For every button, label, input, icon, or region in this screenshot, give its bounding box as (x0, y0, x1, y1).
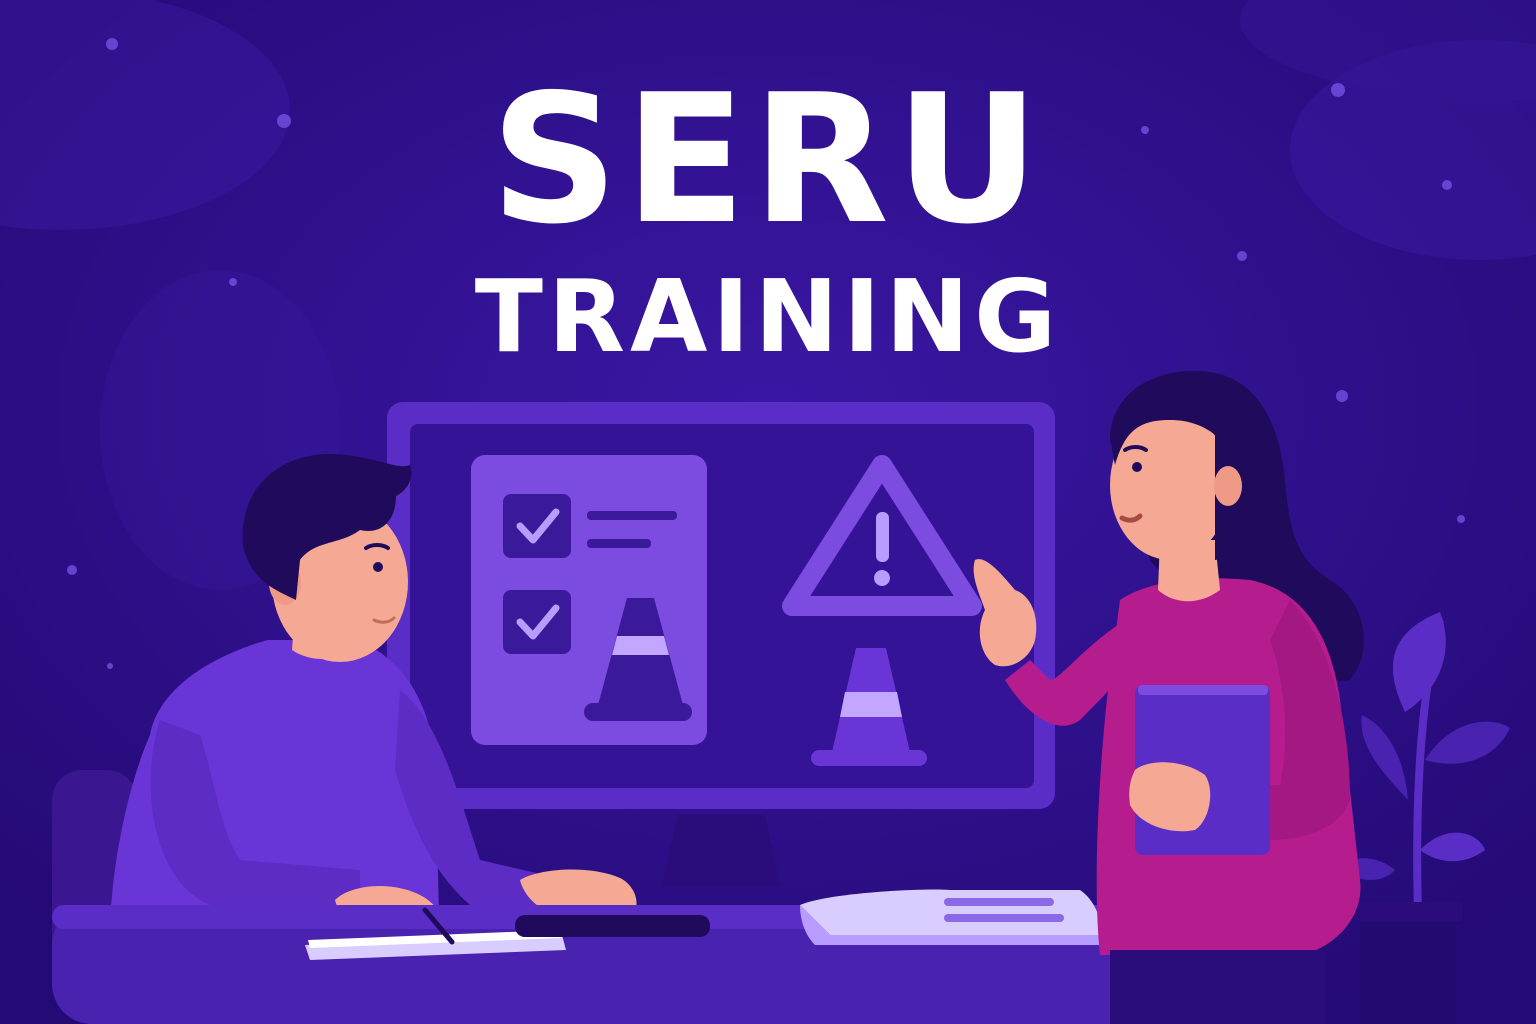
checklist-line (587, 511, 677, 520)
title-training: TRAINING (474, 258, 1062, 375)
keyboard (515, 915, 710, 937)
open-book (800, 889, 1105, 945)
title-seru: SERU (490, 56, 1046, 263)
illustration-canvas: SERU TRAINING (0, 0, 1536, 1024)
checkbox-checked-icon (503, 494, 571, 558)
checklist-line (587, 539, 651, 548)
checkbox-checked-icon (503, 590, 571, 654)
monitor-stand (662, 815, 780, 885)
